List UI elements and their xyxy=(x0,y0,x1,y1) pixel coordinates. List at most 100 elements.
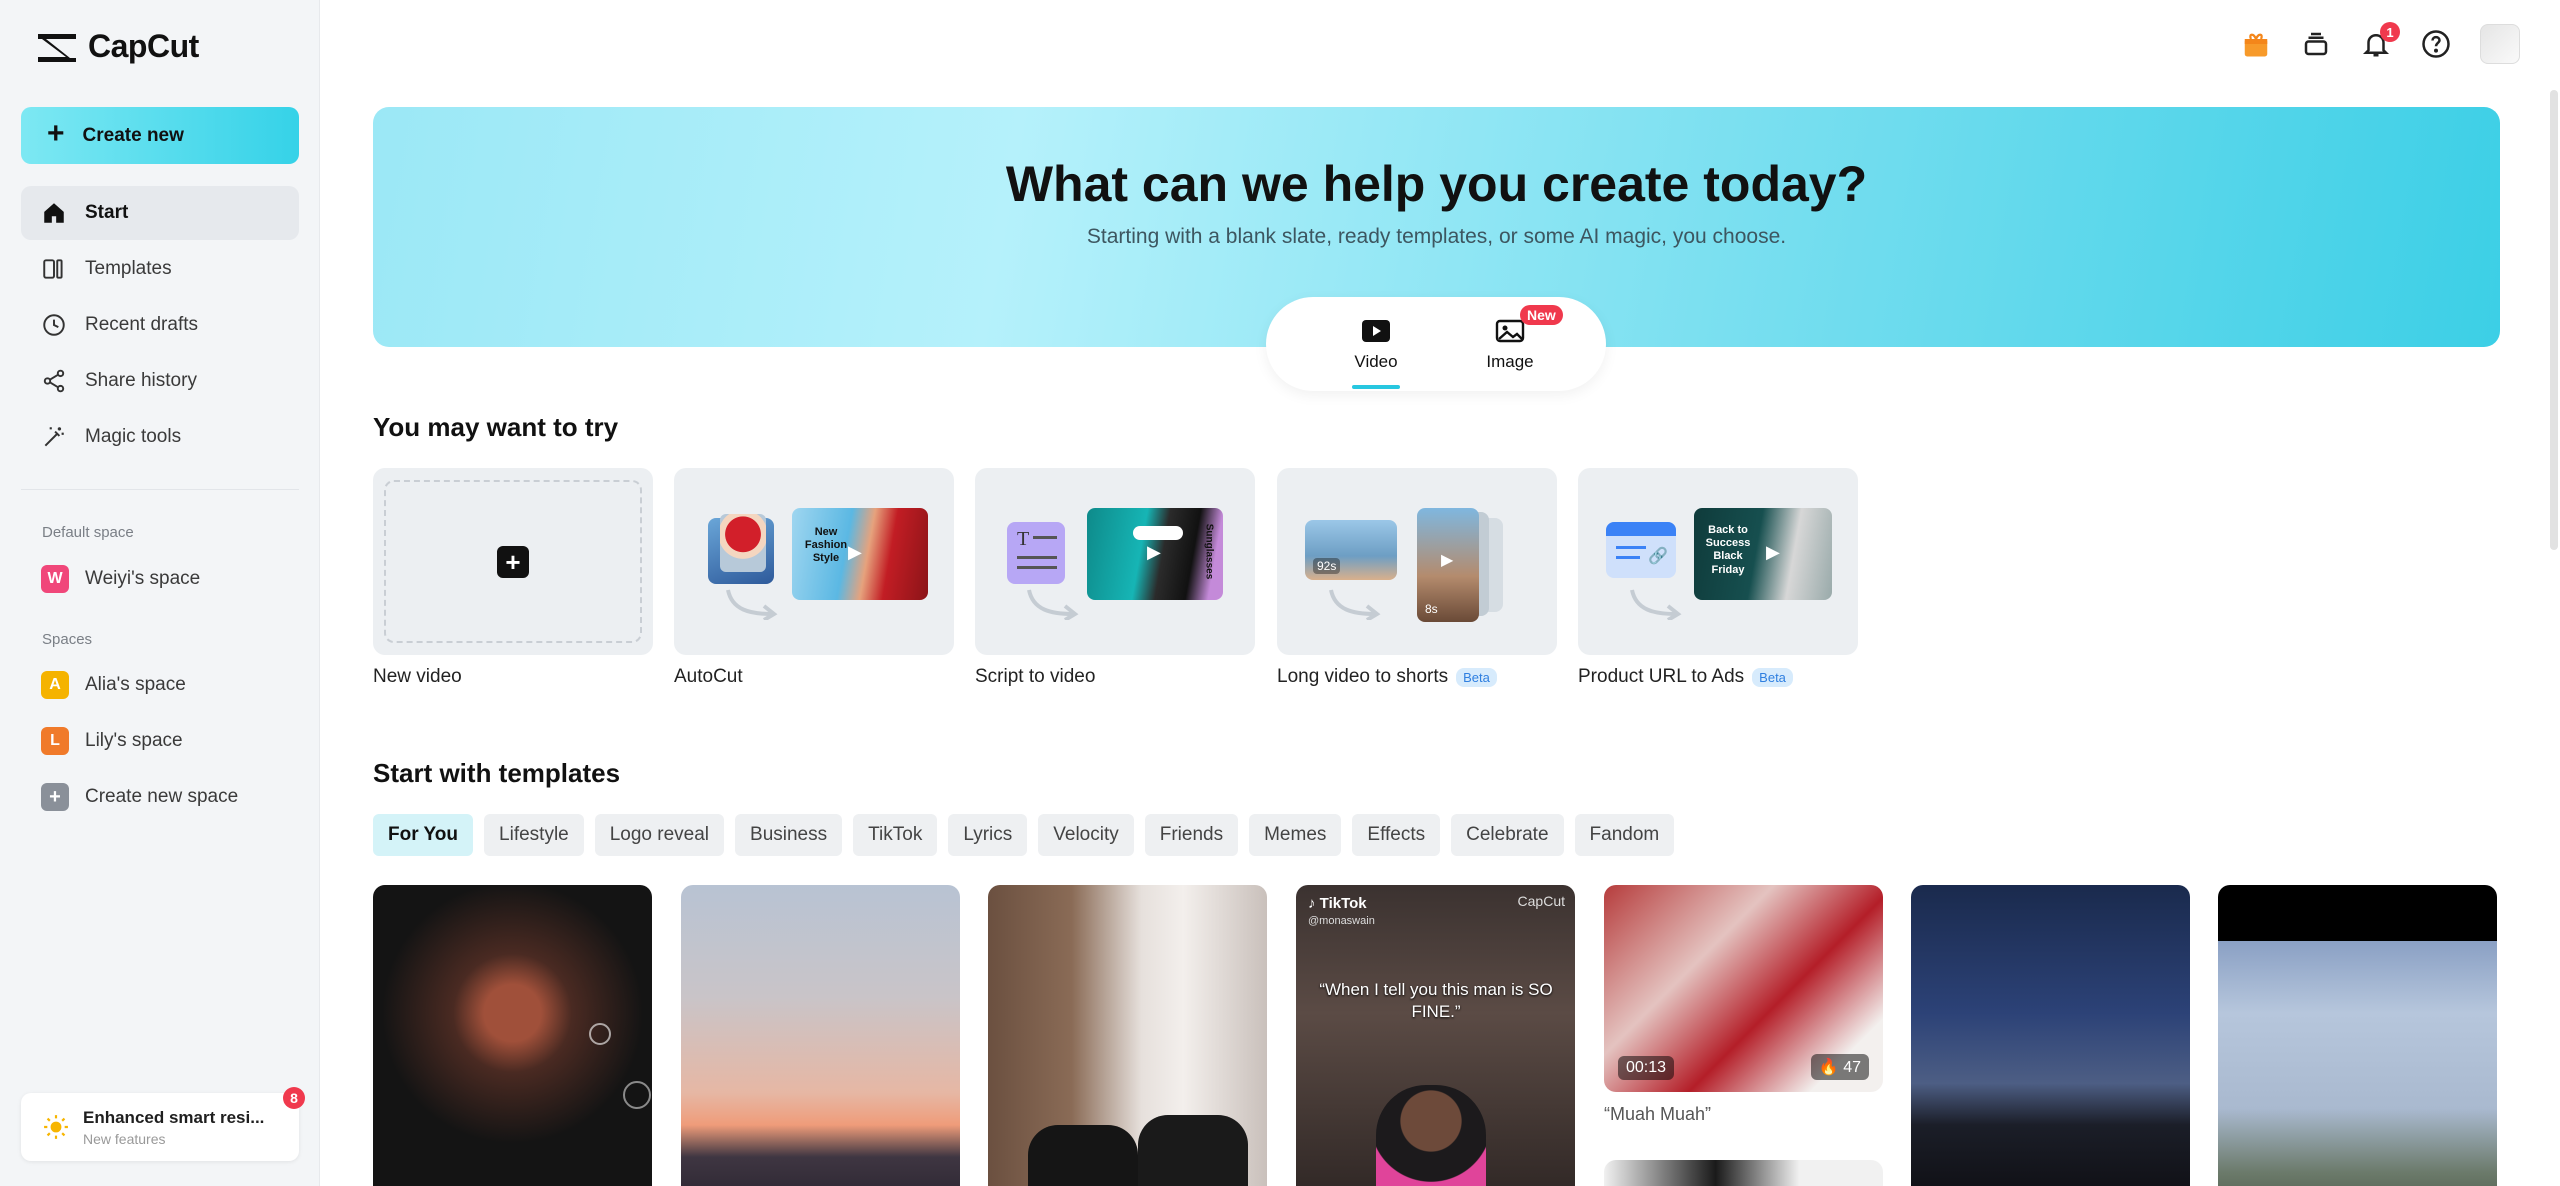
chip-friends[interactable]: Friends xyxy=(1144,814,1239,856)
app-logo[interactable]: CapCut xyxy=(36,28,199,65)
tiktok-quote: “When I tell you this man is SO FINE.” xyxy=(1319,980,1553,1022)
autocut-card[interactable]: New Fashion Style ▶ xyxy=(674,468,954,655)
notice-text: Enhanced smart resi... New features xyxy=(83,1108,264,1147)
chip-business[interactable]: Business xyxy=(735,814,843,856)
notice-title: Enhanced smart resi... xyxy=(83,1107,265,1127)
chip-logo-reveal[interactable]: Logo reveal xyxy=(594,814,725,856)
try-card-label: Script to video xyxy=(975,666,1095,688)
figure-dark-shape xyxy=(1138,1115,1248,1186)
template-thumb[interactable] xyxy=(681,885,960,1186)
long-video-to-shorts-card[interactable]: 92s ▶ 8s xyxy=(1277,468,1557,655)
template-thumb[interactable] xyxy=(1604,1160,1883,1186)
sidebar-item-label: Recent drafts xyxy=(85,314,198,335)
app-name: CapCut xyxy=(88,28,199,64)
sidebar-divider xyxy=(21,489,299,490)
sidebar-item-magic-tools[interactable]: Magic tools xyxy=(21,410,299,464)
ads-overlay-text: Back to Success Black Friday xyxy=(1705,524,1751,576)
try-card-label: New video xyxy=(373,666,462,688)
notice-subtitle: New features xyxy=(83,1130,166,1147)
sidebar-item-share-history[interactable]: Share history xyxy=(21,354,299,408)
script-doc-icon: T xyxy=(1007,522,1065,584)
card-label-text: Script to video xyxy=(975,666,1096,687)
try-card-label: Long video to shorts Beta xyxy=(1277,666,1497,688)
chip-lifestyle[interactable]: Lifestyle xyxy=(484,814,584,856)
figure-dark-shape xyxy=(1028,1125,1138,1186)
bubble-decoration xyxy=(623,1081,651,1109)
feature-notice[interactable]: Enhanced smart resi... New features 8 xyxy=(21,1087,305,1161)
sidebar-item-label: Templates xyxy=(85,258,172,279)
beta-badge: Beta xyxy=(1752,667,1793,687)
create-new-space-label: Create new space xyxy=(85,786,239,807)
template-category-chips: For You Lifestyle Logo reveal Business T… xyxy=(373,814,1675,856)
chip-fandom[interactable]: Fandom xyxy=(1574,814,1675,856)
chip-effects[interactable]: Effects xyxy=(1352,814,1441,856)
try-section-title: You may want to try xyxy=(373,412,619,442)
mode-switch: Video Image New xyxy=(1266,297,1606,391)
short-card-front: ▶ 8s xyxy=(1417,508,1479,622)
arrow-icon xyxy=(726,589,778,620)
new-video-dropzone: + xyxy=(384,480,642,643)
template-thumb[interactable] xyxy=(2218,885,2497,1186)
gift-icon[interactable] xyxy=(2240,28,2272,60)
chip-for-you[interactable]: For You xyxy=(373,814,474,856)
hero-subtitle: Starting with a blank slate, ready templ… xyxy=(1086,225,1787,248)
chip-memes[interactable]: Memes xyxy=(1249,814,1342,856)
notice-count-badge: 8 xyxy=(283,1087,305,1109)
usage-count-badge: 🔥 47 xyxy=(1810,1054,1869,1080)
template-thumb[interactable] xyxy=(373,885,652,1186)
tab-image[interactable]: Image New xyxy=(1450,297,1570,391)
duration-badge: 00:13 xyxy=(1618,1056,1675,1080)
space-avatar: L xyxy=(41,727,69,755)
chip-celebrate[interactable]: Celebrate xyxy=(1451,814,1564,856)
template-thumb-muah[interactable]: 00:13 🔥 47 xyxy=(1604,885,1883,1092)
card-label-text: Long video to shorts xyxy=(1277,666,1449,687)
duration-tag: 92s xyxy=(1313,558,1341,574)
sidebar-item-recent-drafts[interactable]: Recent drafts xyxy=(21,298,299,352)
space-name: Alia's space xyxy=(85,674,186,695)
script-to-video-card[interactable]: T ▶ Sunglasses xyxy=(975,468,1255,655)
red-hat-thumb xyxy=(720,514,766,572)
product-url-to-ads-card[interactable]: 🔗 Back to Success Black Friday ▶ xyxy=(1578,468,1858,655)
arrow-icon xyxy=(1630,589,1682,620)
chip-velocity[interactable]: Velocity xyxy=(1038,814,1134,856)
help-icon[interactable] xyxy=(2420,28,2452,60)
create-new-space-button[interactable]: + Create new space xyxy=(21,771,299,823)
page-scrollbar[interactable] xyxy=(2550,90,2558,550)
arrow-icon xyxy=(1027,589,1079,620)
magic-wand-icon xyxy=(41,424,67,450)
template-thumb[interactable] xyxy=(1911,885,2190,1186)
tab-label: Image xyxy=(1486,352,1534,371)
spaces-heading: Spaces xyxy=(42,631,93,648)
sidebar-item-start[interactable]: Start xyxy=(21,186,299,240)
template-thumb-tiktok[interactable]: ♪ TikTok @monaswain CapCut “When I tell … xyxy=(1296,885,1575,1186)
chip-tiktok[interactable]: TikTok xyxy=(853,814,938,856)
chip-lyrics[interactable]: Lyrics xyxy=(948,814,1028,856)
sidebar-item-templates[interactable]: Templates xyxy=(21,242,299,296)
layers-icon[interactable] xyxy=(2300,28,2332,60)
default-space-heading: Default space xyxy=(42,524,134,541)
space-item-lily[interactable]: L Lily's space xyxy=(21,715,299,767)
plus-icon: + xyxy=(41,783,69,811)
tiktok-handle: @monaswain xyxy=(1308,915,1375,927)
try-card-label: Product URL to Ads Beta xyxy=(1578,666,1793,688)
long-video-thumb: 92s xyxy=(1305,520,1397,580)
arrow-icon xyxy=(1329,589,1381,620)
active-tab-indicator xyxy=(1352,385,1400,389)
tiktok-brand: ♪ TikTok xyxy=(1308,895,1367,912)
create-new-button[interactable]: + Create new xyxy=(21,107,299,164)
new-video-card[interactable]: + xyxy=(373,468,653,655)
space-item-weiyi[interactable]: W Weiyi's space xyxy=(21,553,299,605)
video-play-icon xyxy=(1362,320,1390,342)
tab-video[interactable]: Video xyxy=(1316,297,1436,391)
sidebar-item-label: Start xyxy=(85,202,129,223)
create-new-label: Create new xyxy=(82,124,184,146)
card-label-text: AutoCut xyxy=(674,666,743,687)
space-item-alia[interactable]: A Alia's space xyxy=(21,659,299,711)
bell-icon[interactable]: 1 xyxy=(2360,22,2400,60)
user-avatar[interactable] xyxy=(2480,24,2520,64)
script-preview: ▶ Sunglasses xyxy=(1087,508,1223,600)
sun-icon xyxy=(44,1115,68,1139)
plus-icon: + xyxy=(497,545,529,578)
autocut-preview: New Fashion Style ▶ xyxy=(792,508,928,600)
template-thumb[interactable] xyxy=(988,885,1267,1186)
